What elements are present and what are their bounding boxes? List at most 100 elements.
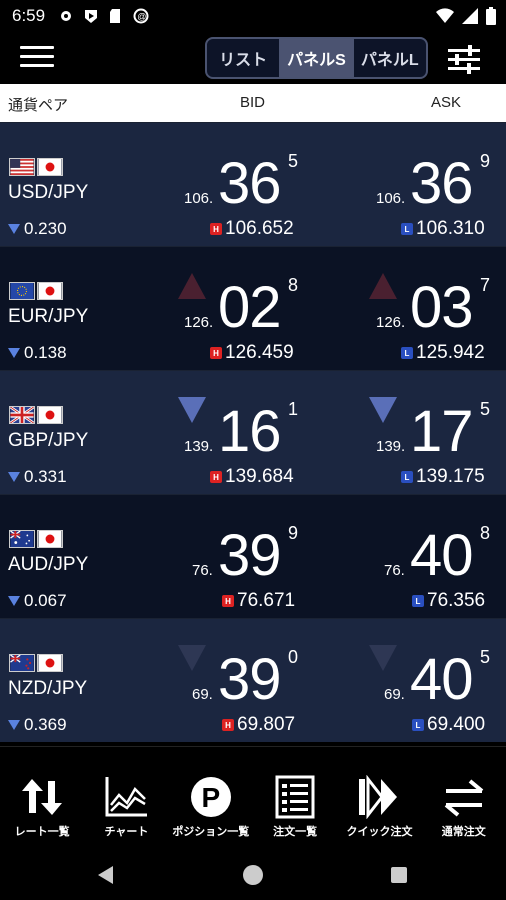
quick-order-icon: [359, 775, 398, 819]
low-badge-icon: L: [412, 595, 424, 607]
app-header: リスト パネルS パネルL: [0, 34, 506, 84]
toolbar-chart[interactable]: チャート: [84, 747, 168, 853]
pair-name: AUD/JPY: [8, 554, 89, 575]
back-icon[interactable]: [98, 866, 113, 884]
battery-icon: [486, 7, 496, 25]
pair-name: NZD/JPY: [8, 678, 88, 699]
down-triangle-icon: [8, 472, 20, 482]
bottom-toolbar: レート一覧 チャート P ポジション一覧 注文一覧 クイック注文 通常注文: [0, 746, 506, 852]
jp-flag-icon: [37, 406, 63, 424]
ask-price[interactable]: 69. 40 5: [370, 647, 500, 709]
au-flag-icon: [9, 530, 35, 548]
home-icon[interactable]: [243, 865, 263, 885]
column-header: 通貨ペア BID ASK: [0, 84, 506, 122]
bid-high: H 76.671: [222, 590, 295, 612]
daily-change: 0.331: [8, 467, 67, 487]
toolbar-quick-order[interactable]: クイック注文: [337, 747, 421, 853]
toolbar-order-list[interactable]: 注文一覧: [253, 747, 337, 853]
settings-gear-icon: [61, 11, 71, 21]
wifi-icon: [436, 8, 454, 23]
daily-change: 0.369: [8, 715, 67, 735]
view-mode-tabs: リスト パネルS パネルL: [205, 37, 428, 79]
tab-list[interactable]: リスト: [207, 39, 281, 77]
ask-low: L 139.175: [401, 466, 485, 488]
status-icons-right: [436, 7, 496, 25]
normal-order-icon: [444, 779, 483, 817]
status-bar: 6:59 @: [0, 0, 506, 34]
jp-flag-icon: [37, 282, 63, 300]
bid-price[interactable]: 139. 16 1: [178, 399, 308, 461]
column-pair: 通貨ペア: [8, 97, 69, 114]
rate-row-gbp-jpy[interactable]: GBP/JPY 0.331 139. 16 1 139. 17 5 H 139.6…: [0, 370, 506, 494]
rate-row-aud-jpy[interactable]: AUD/JPY 0.067 76. 39 9 76. 40 8 H 76.671 …: [0, 494, 506, 618]
svg-text:@: @: [137, 12, 146, 22]
toolbar-rate-list[interactable]: レート一覧: [0, 747, 84, 853]
hamburger-menu-button[interactable]: [20, 42, 54, 72]
bid-price[interactable]: 76. 39 9: [178, 523, 308, 585]
flags: [9, 406, 63, 424]
ask-low: L 69.400: [412, 714, 485, 736]
column-bid: BID: [240, 94, 266, 111]
bid-price[interactable]: 106. 36 5: [178, 151, 308, 213]
column-ask: ASK: [431, 94, 462, 111]
ask-low: L 125.942: [401, 342, 485, 364]
ask-low: L 76.356: [412, 590, 485, 612]
bid-price[interactable]: 126. 02 8: [178, 275, 308, 337]
ask-price[interactable]: 76. 40 8: [370, 523, 500, 585]
low-badge-icon: L: [412, 719, 424, 731]
bid-high: H 126.459: [210, 342, 294, 364]
down-triangle-icon: [8, 348, 20, 358]
status-time: 6:59: [12, 6, 46, 25]
eu-flag-icon: [9, 282, 35, 300]
no-disturb-icon: @: [133, 8, 149, 24]
nz-flag-icon: [9, 654, 35, 672]
tab-panel-l[interactable]: パネルL: [354, 39, 426, 77]
jp-flag-icon: [37, 654, 63, 672]
sd-card-icon: [110, 9, 120, 23]
ask-price[interactable]: 139. 17 5: [370, 399, 500, 461]
svg-text:P: P: [201, 782, 220, 813]
rate-row-nzd-jpy[interactable]: NZD/JPY 0.369 69. 39 0 69. 40 5 H 69.807 …: [0, 618, 506, 742]
sliders-icon: [448, 45, 480, 74]
tab-panel-s[interactable]: パネルS: [280, 39, 354, 77]
jp-flag-icon: [37, 158, 63, 176]
flags: [9, 654, 63, 672]
bid-price[interactable]: 69. 39 0: [178, 647, 308, 709]
toolbar-normal-order[interactable]: 通常注文: [422, 747, 506, 853]
flags: [9, 158, 63, 176]
down-triangle-icon: [8, 224, 20, 234]
rate-row-eur-jpy[interactable]: EUR/JPY 0.138 126. 02 8 126. 03 7 H 126.4…: [0, 246, 506, 370]
order-list-icon: [275, 775, 315, 819]
low-badge-icon: L: [401, 223, 413, 235]
position-icon: P: [190, 777, 231, 817]
ask-price[interactable]: 106. 36 9: [370, 151, 500, 213]
recent-apps-icon[interactable]: [391, 867, 407, 883]
down-triangle-icon: [8, 596, 20, 606]
pair-name: EUR/JPY: [8, 306, 89, 327]
daily-change: 0.067: [8, 591, 67, 611]
bid-high: H 139.684: [210, 466, 294, 488]
bid-high: H 69.807: [222, 714, 295, 736]
ask-price[interactable]: 126. 03 7: [370, 275, 500, 337]
signal-icon: [462, 8, 478, 24]
toolbar-positions[interactable]: P ポジション一覧: [169, 747, 253, 853]
status-icons: @: [58, 8, 149, 24]
pair-name: USD/JPY: [8, 182, 89, 203]
ask-low: L 106.310: [401, 218, 485, 240]
uk-flag-icon: [9, 406, 35, 424]
chart-icon: [105, 777, 148, 817]
flags: [9, 282, 63, 300]
rate-panel-list: USD/JPY 0.230 106. 36 5 106. 36 9 H 106.6…: [0, 122, 506, 746]
low-badge-icon: L: [401, 347, 413, 359]
daily-change: 0.138: [8, 343, 67, 363]
pair-name: GBP/JPY: [8, 430, 89, 451]
high-badge-icon: H: [210, 347, 222, 359]
us-flag-icon: [9, 158, 35, 176]
flags: [9, 530, 63, 548]
rate-row-usd-jpy[interactable]: USD/JPY 0.230 106. 36 5 106. 36 9 H 106.6…: [0, 122, 506, 246]
rate-list-icon: [22, 779, 62, 815]
system-nav-bar: [0, 852, 506, 900]
high-badge-icon: H: [210, 471, 222, 483]
filter-settings-button[interactable]: [446, 42, 482, 76]
low-badge-icon: L: [401, 471, 413, 483]
